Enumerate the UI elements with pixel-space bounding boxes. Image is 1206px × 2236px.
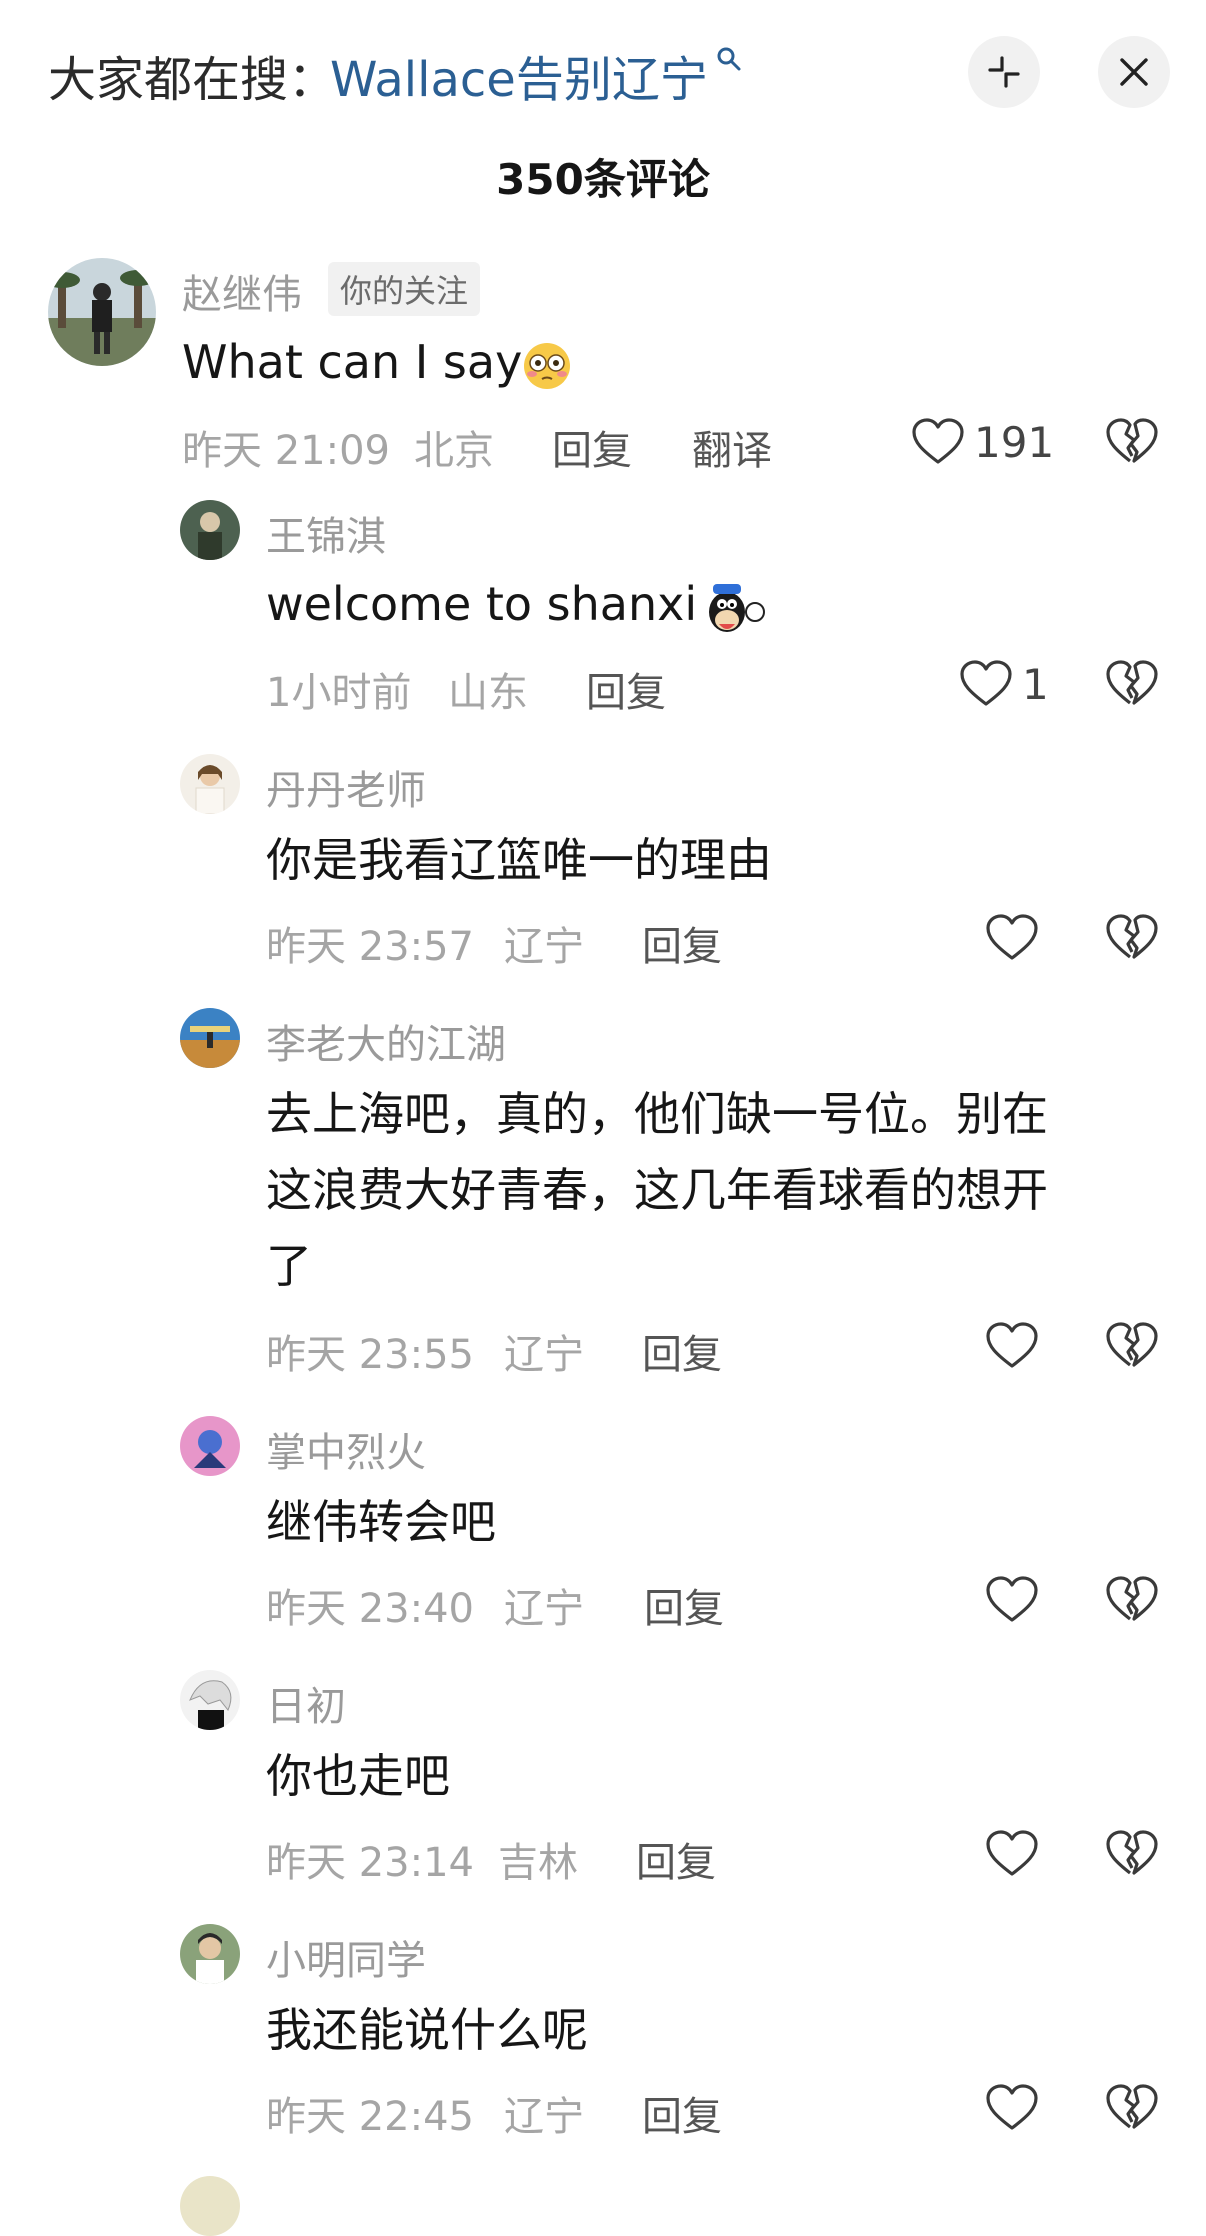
broken-heart-icon[interactable] [1104, 416, 1160, 466]
comment-location: 吉林 [498, 1840, 578, 1886]
comment-count-title: 350条评论 [496, 155, 710, 204]
comment-text: 我还能说什么呢 [266, 2003, 588, 2057]
heart-outline-icon[interactable] [984, 2082, 1040, 2132]
flushed-face-emoji-icon [524, 342, 571, 389]
translate-button[interactable]: 翻译 [692, 418, 772, 476]
comment-location: 北京 [414, 428, 494, 474]
reply-button[interactable]: 回复 [642, 914, 722, 972]
comment-text-line-2: 这浪费大好青春，这几年看球看的想开 [266, 1163, 1048, 1217]
following-badge: 你的关注 [328, 262, 481, 316]
comment-author[interactable]: 丹丹老师 [266, 758, 426, 816]
comment-location: 辽宁 [504, 2094, 584, 2140]
heart-outline-icon[interactable] [984, 1320, 1040, 1370]
avatar[interactable] [180, 2176, 240, 2236]
avatar[interactable] [180, 1924, 240, 1984]
comment-author[interactable]: 日初 [266, 1674, 346, 1732]
avatar[interactable] [48, 258, 156, 366]
reply-button[interactable]: 回复 [644, 1576, 724, 1634]
comment-time: 昨天 23:40 [266, 1586, 474, 1632]
comment-author[interactable]: 李老大的江湖 [266, 1012, 506, 1070]
comment-text: What can I say [182, 324, 572, 400]
close-icon [1120, 58, 1148, 86]
comment-text-line-3: 了 [266, 1239, 312, 1293]
like-count: 1 [1022, 660, 1049, 709]
comment-location: 辽宁 [504, 924, 584, 970]
broken-heart-icon[interactable] [1104, 1828, 1160, 1878]
avatar[interactable] [180, 754, 240, 814]
reply-button[interactable]: 回复 [636, 1830, 716, 1888]
reply-button[interactable]: 回复 [642, 2084, 722, 2142]
heart-outline-icon[interactable] [958, 658, 1014, 708]
like-count: 191 [974, 418, 1055, 467]
comment-time: 昨天 23:57 [266, 924, 474, 970]
reply-button[interactable]: 回复 [642, 1322, 722, 1380]
comment-author[interactable]: 小明同学 [266, 1928, 426, 1986]
comment-text: 你也走吧 [266, 1749, 450, 1803]
reply-button[interactable]: 回复 [552, 418, 632, 476]
comment-time: 昨天 23:55 [266, 1332, 474, 1378]
search-suggestion-link[interactable]: Wallace告别辽宁 [330, 40, 708, 110]
search-icon[interactable] [716, 46, 742, 72]
search-prefix: 大家都在搜： [48, 52, 337, 108]
heart-outline-icon[interactable] [984, 912, 1040, 962]
avatar[interactable] [180, 500, 240, 560]
comment-location: 辽宁 [504, 1586, 584, 1632]
comment-time: 昨天 23:14 [266, 1840, 474, 1886]
comment-time: 昨天 22:45 [266, 2094, 474, 2140]
comment-location: 山东 [448, 670, 528, 716]
comment-author[interactable]: 赵继伟 [182, 262, 302, 320]
comment-time: 昨天 21:09 [182, 428, 390, 474]
heart-outline-icon[interactable] [984, 1574, 1040, 1624]
comment-time: 1小时前 [266, 670, 412, 716]
avatar[interactable] [180, 1670, 240, 1730]
comment-text: welcome to shanxi [266, 566, 767, 642]
close-button[interactable] [1098, 36, 1170, 108]
comment-text: 继伟转会吧 [266, 1495, 496, 1549]
heart-outline-icon[interactable] [984, 1828, 1040, 1878]
comment-text-content: welcome to shanxi [266, 577, 698, 631]
comment-author[interactable]: 掌中烈火 [266, 1420, 426, 1478]
heart-outline-icon[interactable] [910, 416, 966, 466]
comment-location: 辽宁 [504, 1332, 584, 1378]
broken-heart-icon[interactable] [1104, 658, 1160, 708]
avatar[interactable] [180, 1416, 240, 1476]
avatar[interactable] [180, 1008, 240, 1068]
broken-heart-icon[interactable] [1104, 1320, 1160, 1370]
collapse-icon [988, 56, 1020, 88]
collapse-button[interactable] [968, 36, 1040, 108]
broken-heart-icon[interactable] [1104, 2082, 1160, 2132]
comment-text: 你是我看辽篮唯一的理由 [266, 833, 772, 887]
comment-text-content: What can I say [182, 335, 523, 389]
comment-text-line-1: 去上海吧，真的，他们缺一号位。别在 [266, 1087, 1048, 1141]
goofy-sticker-icon [709, 583, 766, 632]
broken-heart-icon[interactable] [1104, 912, 1160, 962]
reply-button[interactable]: 回复 [586, 660, 666, 718]
broken-heart-icon[interactable] [1104, 1574, 1160, 1624]
comment-author[interactable]: 王锦淇 [266, 504, 386, 562]
